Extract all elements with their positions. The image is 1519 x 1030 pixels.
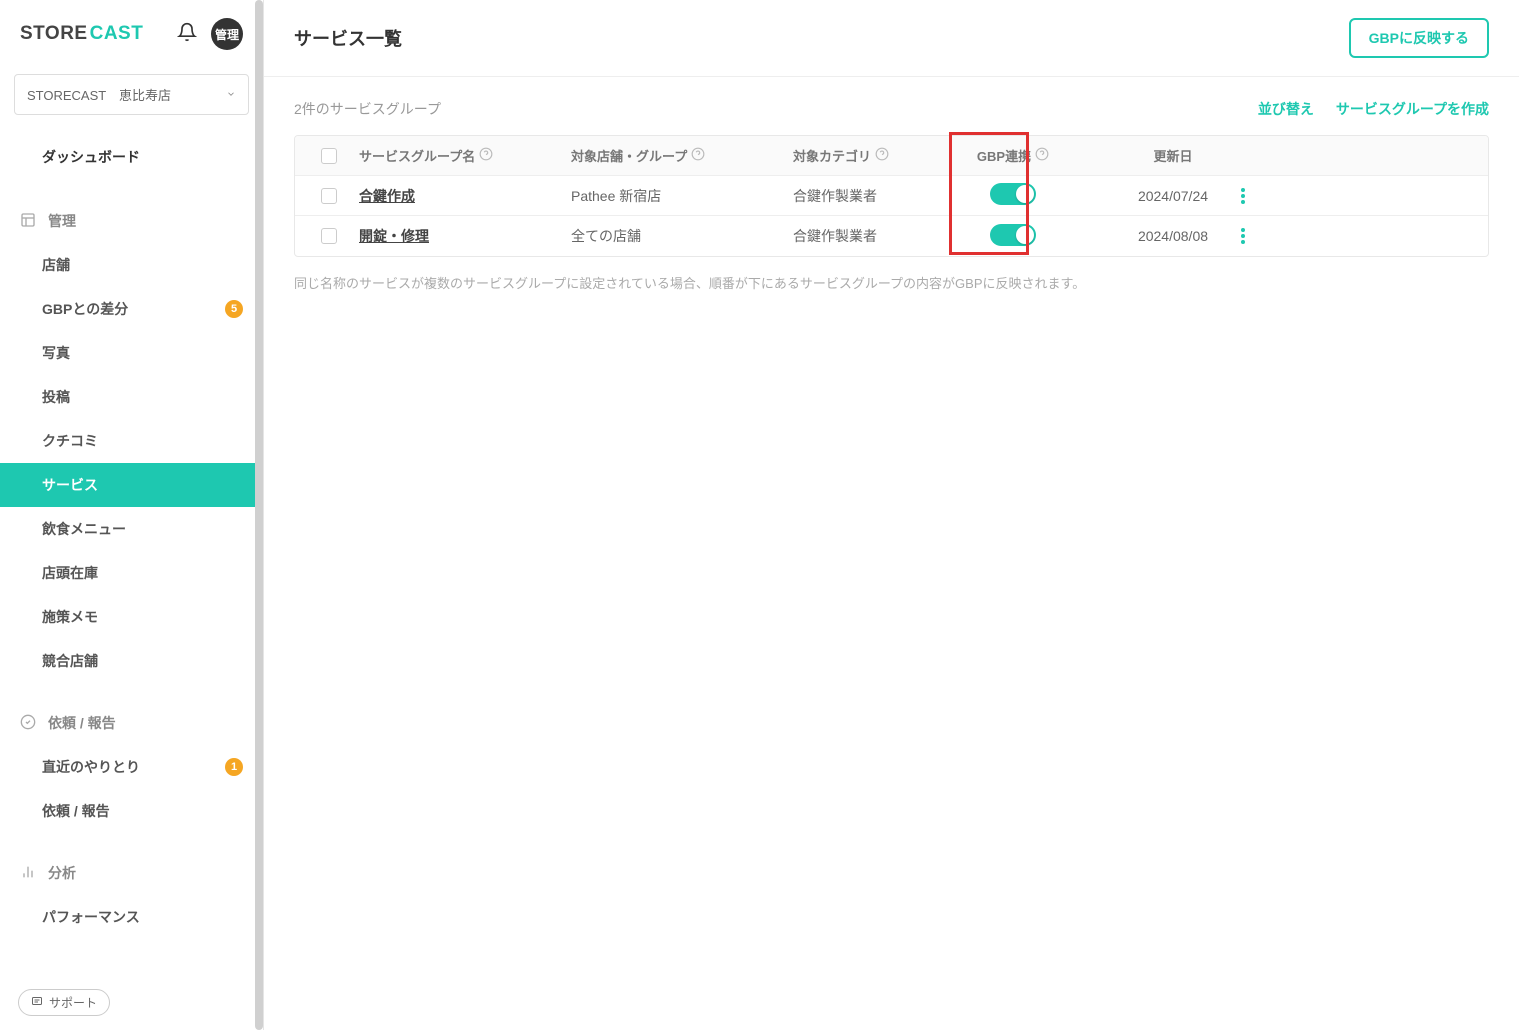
logo-part2: CAST — [90, 23, 144, 45]
service-name-link[interactable]: 開錠・修理 — [359, 228, 429, 244]
nav-item-label: GBPとの差分 — [42, 299, 128, 319]
nav-item[interactable]: 飲食メニュー — [0, 507, 263, 551]
nav: ダッシュボード 管理店舗 GBPとの差分 5 写真投稿クチコミサービス飲食メニュー店頭… — [0, 133, 263, 1030]
section-icon — [20, 714, 36, 733]
nav-badge: 1 — [225, 758, 243, 776]
row-date: 2024/07/24 — [1073, 188, 1223, 204]
nav-section-label: 管理 — [48, 211, 76, 231]
nav-section-header: 依頼 / 報告 — [0, 701, 263, 745]
nav-item[interactable]: 依頼 / 報告 — [0, 789, 263, 833]
sidebar-scrollbar[interactable] — [255, 0, 263, 1030]
row-store: Pathee 新宿店 — [571, 186, 793, 206]
nav-dashboard-label: ダッシュボード — [42, 147, 140, 167]
nav-item-label: 飲食メニュー — [42, 519, 126, 539]
nav-item[interactable]: 店頭在庫 — [0, 551, 263, 595]
nav-item-label: 店舗 — [42, 255, 70, 275]
section-icon — [20, 864, 36, 883]
nav-item-label: 写真 — [42, 343, 70, 363]
create-group-link[interactable]: サービスグループを作成 — [1336, 99, 1489, 119]
help-icon[interactable] — [479, 147, 493, 164]
nav-item[interactable]: 写真 — [0, 331, 263, 375]
nav-item[interactable]: 施策メモ — [0, 595, 263, 639]
nav-item[interactable]: GBPとの差分 5 — [0, 287, 263, 331]
count-text: 2件のサービスグループ — [294, 99, 441, 119]
section-icon — [20, 212, 36, 231]
table-row: 開錠・修理 全ての店舗合鍵作製業者 2024/08/08 — [295, 216, 1488, 256]
sort-link[interactable]: 並び替え — [1258, 99, 1314, 119]
support-icon — [31, 995, 43, 1010]
th-gbp: GBP連携 — [977, 146, 1031, 165]
row-checkbox[interactable] — [321, 188, 337, 204]
nav-item-label: 依頼 / 報告 — [42, 801, 110, 821]
th-category: 対象カテゴリ — [793, 146, 871, 165]
admin-badge[interactable]: 管理 — [211, 18, 243, 50]
note-text: 同じ名称のサービスが複数のサービスグループに設定されている場合、順番が下にあるサ… — [294, 273, 1489, 292]
nav-section-header: 管理 — [0, 199, 263, 243]
th-date: 更新日 — [1153, 149, 1192, 164]
row-menu-button[interactable] — [1241, 188, 1245, 204]
store-select[interactable]: STORECAST 恵比寿店 — [14, 74, 249, 115]
logo[interactable]: STORECAST — [20, 23, 143, 45]
nav-item[interactable]: サービス — [0, 463, 263, 507]
gbp-toggle[interactable] — [990, 224, 1036, 246]
store-select-text: STORECAST 恵比寿店 — [27, 85, 171, 104]
logo-part1: STORE — [20, 23, 88, 45]
nav-item-label: 競合店舗 — [42, 651, 98, 671]
nav-item[interactable]: 競合店舗 — [0, 639, 263, 683]
nav-item[interactable]: 直近のやりとり 1 — [0, 745, 263, 789]
nav-section-header: 分析 — [0, 851, 263, 895]
nav-item-label: 施策メモ — [42, 607, 98, 627]
row-date: 2024/08/08 — [1073, 228, 1223, 244]
service-table: サービスグループ名 対象店舗・グループ 対象カテゴリ GBP連携 更新日 合鍵作… — [294, 135, 1489, 257]
th-name: サービスグループ名 — [359, 146, 475, 165]
gbp-reflect-button[interactable]: GBPに反映する — [1349, 18, 1489, 58]
nav-item[interactable]: 投稿 — [0, 375, 263, 419]
main: サービス一覧 GBPに反映する 2件のサービスグループ 並び替え サービスグルー… — [264, 0, 1519, 1030]
bell-icon[interactable] — [177, 22, 197, 47]
nav-badge: 5 — [225, 300, 243, 318]
row-category: 合鍵作製業者 — [793, 186, 953, 206]
nav-item-label: クチコミ — [42, 431, 98, 451]
nav-item-label: 店頭在庫 — [42, 563, 98, 583]
nav-item-label: 直近のやりとり — [42, 757, 140, 777]
th-store: 対象店舗・グループ — [571, 146, 687, 165]
row-checkbox[interactable] — [321, 228, 337, 244]
table-row: 合鍵作成 Pathee 新宿店合鍵作製業者 2024/07/24 — [295, 176, 1488, 216]
nav-item-label: サービス — [42, 475, 98, 495]
nav-section-label: 分析 — [48, 863, 76, 883]
table-header-row: サービスグループ名 対象店舗・グループ 対象カテゴリ GBP連携 更新日 — [295, 136, 1488, 176]
help-icon[interactable] — [875, 147, 889, 164]
support-button[interactable]: サポート — [18, 989, 110, 1016]
support-label: サポート — [49, 994, 97, 1011]
row-menu-button[interactable] — [1241, 228, 1245, 244]
nav-dashboard[interactable]: ダッシュボード — [0, 133, 263, 181]
nav-item[interactable]: 店舗 — [0, 243, 263, 287]
help-icon[interactable] — [691, 147, 705, 164]
nav-section-label: 依頼 / 報告 — [48, 713, 116, 733]
help-icon[interactable] — [1035, 147, 1049, 164]
sidebar: STORECAST 管理 STORECAST 恵比寿店 ダッシュボード 管理店舗… — [0, 0, 264, 1030]
page-title: サービス一覧 — [294, 25, 402, 51]
nav-item-label: パフォーマンス — [42, 907, 140, 927]
row-store: 全ての店舗 — [571, 226, 793, 246]
select-all-checkbox[interactable] — [321, 148, 337, 164]
gbp-toggle[interactable] — [990, 183, 1036, 205]
main-header: サービス一覧 GBPに反映する — [264, 0, 1519, 77]
chevron-down-icon — [226, 87, 236, 102]
service-name-link[interactable]: 合鍵作成 — [359, 188, 415, 204]
nav-item[interactable]: パフォーマンス — [0, 895, 263, 939]
nav-item[interactable]: クチコミ — [0, 419, 263, 463]
row-category: 合鍵作製業者 — [793, 226, 953, 246]
nav-item-label: 投稿 — [42, 387, 70, 407]
